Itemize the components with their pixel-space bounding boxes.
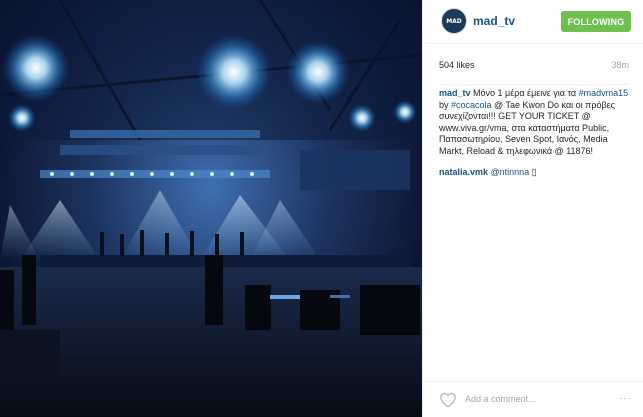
following-button[interactable]: FOLLOWING xyxy=(561,11,631,32)
post-photo[interactable] xyxy=(0,0,422,417)
likes-row: 504 likes 38m xyxy=(439,60,629,85)
hashtag-madvma15[interactable]: #madvma15 xyxy=(579,88,629,98)
caption-text-1: Μόνο 1 μέρα έμεινε για τα xyxy=(470,88,579,98)
heart-outline-icon[interactable] xyxy=(439,392,457,408)
add-comment-input[interactable] xyxy=(465,390,630,408)
caption-username[interactable]: mad_tv xyxy=(439,88,471,98)
comment-item: natalia.vmk @ntinnna ▯ xyxy=(439,167,629,179)
author-username[interactable]: mad_tv xyxy=(473,14,515,28)
post-sidebar: MAD mad_tv FOLLOWING 504 likes 38m mad_t… xyxy=(422,0,643,417)
avatar[interactable]: MAD xyxy=(441,8,467,34)
post-footer: ··· xyxy=(423,381,643,417)
post-header: MAD mad_tv FOLLOWING xyxy=(423,0,643,44)
ellipsis-icon[interactable]: ··· xyxy=(619,393,632,404)
likes-count[interactable]: 504 likes xyxy=(439,60,475,70)
caption-text-2: by xyxy=(439,99,452,110)
emoji-placeholder-icon: ▯ xyxy=(531,167,537,177)
comment-mention[interactable]: @ntinnna xyxy=(488,167,532,177)
comment-username[interactable]: natalia.vmk xyxy=(439,167,488,177)
concert-stage-image xyxy=(0,0,422,417)
post-timestamp[interactable]: 38m xyxy=(611,60,629,70)
hashtag-cocacola[interactable]: #cocacola xyxy=(451,100,492,110)
avatar-logo-text: MAD xyxy=(446,17,462,25)
post-caption: mad_tv Μόνο 1 μέρα έμεινε για τα #madvma… xyxy=(439,88,629,157)
